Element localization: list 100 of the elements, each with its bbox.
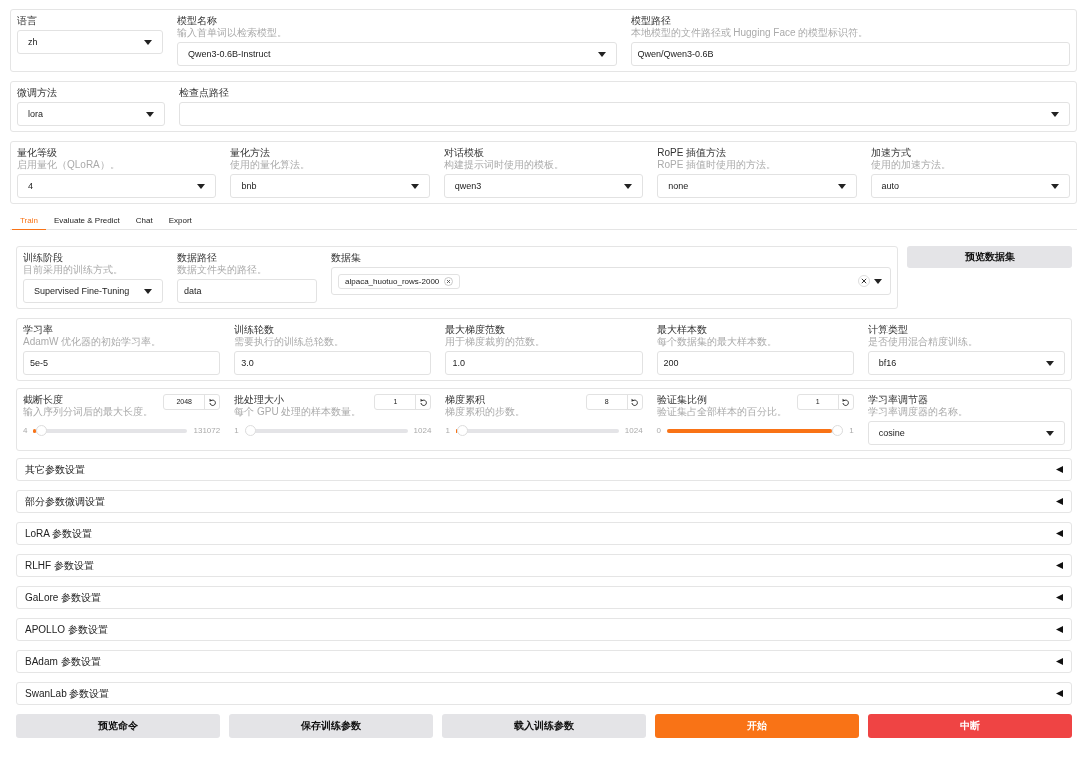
caret-icon (146, 111, 154, 117)
dropdown[interactable]: none (657, 174, 857, 198)
field-label: 模型名称 (177, 15, 218, 27)
field-hint: 构建提示词时使用的模板。 (443, 159, 564, 171)
dropdown[interactable]: Supervised Fine-Tuning (23, 279, 163, 303)
accordion-header[interactable]: APOLLO 参数设置 (16, 618, 1072, 641)
dropdown[interactable]: bnb (230, 174, 430, 198)
action-button[interactable]: 预览命令 (16, 714, 220, 738)
reset-icon (630, 397, 640, 407)
slider[interactable] (455, 424, 619, 436)
field-label: 模型路径 (630, 15, 672, 27)
accordion-header[interactable]: GaLore 参数设置 (16, 586, 1072, 609)
caret-icon (874, 278, 882, 284)
field-hint: 使用的量化算法。 (230, 159, 311, 171)
dropdown[interactable]: zh (17, 30, 163, 54)
field-hint: 数据文件夹的路径。 (177, 264, 267, 276)
field-label: 检查点路径 (179, 87, 229, 99)
action-button[interactable]: 保存训练参数 (229, 714, 433, 738)
dropdown-value: Qwen3-0.6B-Instruct (188, 49, 271, 59)
field-hint: AdamW 优化器的初始学习率。 (23, 336, 162, 348)
caret-icon (624, 183, 633, 189)
dropdown-value: bnb (241, 181, 257, 191)
dropdown-value: bf16 (878, 358, 897, 368)
input-field[interactable]: Qwen/Qwen3-0.6B (630, 42, 1070, 66)
accordion-header[interactable]: LoRA 参数设置 (16, 522, 1072, 545)
action-button[interactable]: 载入训练参数 (442, 714, 646, 738)
input-field[interactable]: 5e-5 (23, 351, 221, 375)
dropdown-value: zh (28, 37, 38, 47)
field-hint: 需要执行的训练总轮数。 (234, 336, 345, 348)
dropdown[interactable]: bf16 (867, 351, 1065, 375)
reset-icon (418, 397, 428, 407)
field-label: 截断长度 (23, 394, 64, 406)
field-label: 语言 (17, 15, 37, 27)
field-label: RoPE 插值方法 (657, 147, 728, 159)
field-label: 学习率 (23, 324, 54, 336)
slider[interactable] (667, 424, 844, 436)
dropdown[interactable]: lora (17, 102, 165, 126)
caret-icon (410, 183, 419, 189)
dropdown-value: qwen3 (454, 181, 482, 191)
stop-button[interactable]: 中断 (868, 714, 1072, 738)
dropdown[interactable]: cosine (867, 421, 1065, 445)
field-label: 加速方式 (870, 147, 912, 159)
field-label: 数据集 (331, 252, 361, 264)
tab[interactable]: Chat (127, 213, 161, 230)
slider-thumb[interactable] (456, 424, 468, 436)
field-hint: 本地模型的文件路径或 Hugging Face 的模型标识符。 (630, 27, 869, 39)
tab[interactable]: Evaluate & Predict (45, 213, 128, 230)
slider[interactable] (33, 424, 188, 436)
slider-min: 1 (445, 425, 450, 435)
field-label: 训练轮数 (234, 324, 276, 336)
multiselect-field[interactable]: alpaca_huotuo_rows-2000 (331, 267, 891, 295)
slider-thumb[interactable] (832, 424, 844, 436)
field-label: 最大梯度范数 (445, 324, 507, 336)
field-label: 最大样本数 (656, 324, 708, 336)
dropdown[interactable] (179, 102, 1070, 126)
field-label: 数据路径 (177, 252, 218, 264)
field-hint: 是否使用混合精度训练。 (867, 336, 978, 348)
dropdown[interactable]: 4 (17, 174, 217, 198)
accordion-header[interactable]: SwanLab 参数设置 (16, 682, 1072, 705)
accordion-header[interactable]: 其它参数设置 (16, 458, 1072, 481)
field-hint: 输入首单词以检索模型。 (177, 27, 287, 39)
dataset-tag[interactable]: alpaca_huotuo_rows-2000 (338, 273, 461, 289)
field-hint: 输入序列分词后的最大长度。 (23, 406, 153, 418)
dropdown[interactable]: Qwen3-0.6B-Instruct (177, 42, 617, 66)
input-field[interactable]: data (177, 279, 317, 303)
dropdown-value: cosine (878, 428, 905, 438)
caret-icon (1046, 360, 1054, 366)
preview-dataset-button[interactable]: 预览数据集 (907, 246, 1072, 268)
input-field[interactable]: 1.0 (445, 351, 643, 375)
dropdown-value: auto (881, 181, 900, 191)
accordion-header[interactable]: RLHF 参数设置 (16, 554, 1072, 577)
input-field[interactable]: 200 (656, 351, 854, 375)
field-label: 批处理大小 (234, 394, 286, 406)
field-hint: 梯度累积的步数。 (445, 406, 526, 418)
field-hint: RoPE 插值时使用的方法。 (657, 159, 777, 171)
slider-max: 131072 (193, 425, 221, 435)
slider-thumb[interactable] (35, 424, 47, 436)
field-label: 训练阶段 (23, 252, 64, 264)
field-hint: 用于梯度裁剪的范数。 (445, 336, 546, 348)
field-hint: 启用量化（QLoRA）。 (17, 159, 120, 171)
slider-max: 1024 (413, 425, 432, 435)
caret-icon (197, 183, 206, 189)
tab[interactable]: Export (160, 213, 200, 230)
slider[interactable] (244, 424, 408, 436)
accordion-header[interactable]: 部分参数微调设置 (16, 490, 1072, 513)
clear-icon (858, 275, 870, 287)
caret-icon (1051, 183, 1059, 189)
caret-icon (144, 39, 152, 45)
slider-max: 1 (849, 425, 854, 435)
caret-icon (144, 288, 152, 294)
slider-thumb[interactable] (244, 424, 256, 436)
field-label: 微调方法 (17, 87, 57, 99)
accordion-header[interactable]: BAdam 参数设置 (16, 650, 1072, 673)
field-label: 验证集比例 (656, 394, 708, 406)
input-field[interactable]: 3.0 (234, 351, 432, 375)
caret-icon (1051, 111, 1059, 117)
field-hint: 使用的加速方法。 (870, 159, 951, 171)
dropdown[interactable]: auto (870, 174, 1070, 198)
slider-min: 0 (656, 425, 662, 435)
dropdown[interactable]: qwen3 (443, 174, 644, 198)
